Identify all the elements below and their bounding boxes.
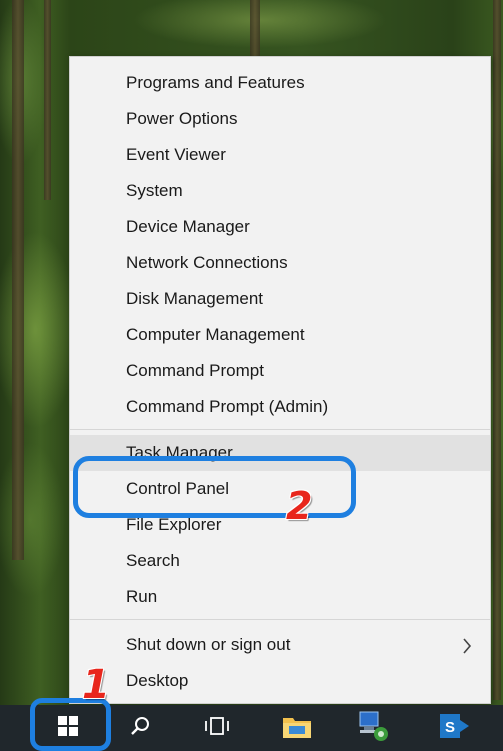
power-user-menu: Programs and Features Power Options Even… (69, 56, 491, 704)
tree-trunk (44, 0, 51, 200)
control-panel-highlight-box (73, 456, 356, 518)
menu-separator (70, 429, 490, 430)
menu-item-system[interactable]: System (70, 173, 490, 209)
menu-item-label: Disk Management (126, 289, 264, 308)
menu-item-label: Command Prompt (126, 361, 264, 380)
search-icon (129, 715, 151, 742)
file-explorer-icon (281, 712, 313, 745)
menu-item-label: Run (126, 587, 158, 606)
menu-item-desktop[interactable]: Desktop (70, 663, 490, 699)
step-1-label: 1 (82, 662, 110, 708)
skype-business-taskbar-button[interactable]: S (428, 705, 482, 751)
menu-item-programs-and-features[interactable]: Programs and Features (70, 65, 490, 101)
tree-trunk (250, 0, 260, 56)
menu-item-label: Event Viewer (126, 145, 226, 164)
menu-item-label: System (126, 181, 183, 200)
menu-item-shut-down-or-sign-out[interactable]: Shut down or sign out (70, 627, 490, 663)
network-app-icon (356, 710, 390, 747)
menu-item-label: Power Options (126, 109, 238, 128)
task-view-button[interactable] (190, 705, 244, 751)
svg-text:S: S (445, 719, 455, 736)
menu-item-device-manager[interactable]: Device Manager (70, 209, 490, 245)
menu-item-disk-management[interactable]: Disk Management (70, 281, 490, 317)
menu-item-command-prompt[interactable]: Command Prompt (70, 353, 490, 389)
tree-trunk (493, 0, 501, 700)
step-2-label: 2 (286, 484, 313, 528)
menu-item-label: Desktop (126, 671, 189, 690)
menu-item-power-options[interactable]: Power Options (70, 101, 490, 137)
menu-item-label: Computer Management (126, 325, 305, 344)
menu-item-run[interactable]: Run (70, 579, 490, 615)
menu-separator (70, 619, 490, 620)
menu-item-computer-management[interactable]: Computer Management (70, 317, 490, 353)
tree-trunk (12, 0, 24, 560)
menu-item-label: Device Manager (126, 217, 250, 236)
menu-item-label: Programs and Features (126, 73, 305, 92)
search-button[interactable] (116, 705, 164, 751)
chevron-right-icon (462, 627, 472, 663)
menu-item-event-viewer[interactable]: Event Viewer (70, 137, 490, 173)
menu-item-label: Shut down or sign out (126, 635, 291, 654)
menu-item-label: Search (126, 551, 180, 570)
menu-item-network-connections[interactable]: Network Connections (70, 245, 490, 281)
network-app-taskbar-button[interactable] (346, 705, 400, 751)
task-view-icon (203, 715, 231, 742)
skype-business-icon: S (438, 711, 472, 746)
menu-item-label: Network Connections (126, 253, 288, 272)
menu-item-search[interactable]: Search (70, 543, 490, 579)
menu-item-label: Command Prompt (Admin) (126, 397, 329, 416)
menu-item-command-prompt-admin[interactable]: Command Prompt (Admin) (70, 389, 490, 425)
file-explorer-taskbar-button[interactable] (270, 705, 324, 751)
